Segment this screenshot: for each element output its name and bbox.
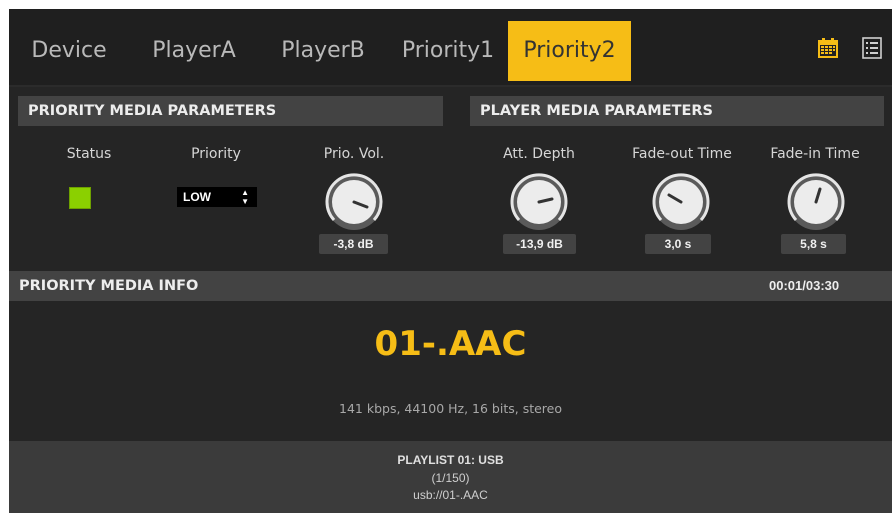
calendar-icon[interactable] [817, 37, 839, 59]
status-label: Status [66, 146, 112, 162]
fade-out-knob[interactable] [651, 172, 711, 232]
track-details: 141 kbps, 44100 Hz, 16 bits, stereo [339, 401, 562, 416]
att-depth-value: -13,9 dB [503, 234, 576, 254]
status-indicator [69, 187, 91, 209]
prio-vol-value: -3,8 dB [319, 234, 388, 254]
tab-device[interactable]: Device [20, 21, 118, 81]
playlist-path: usb://01-.AAC [413, 488, 488, 502]
fade-out-label: Fade-out Time [632, 146, 732, 162]
tab-priority1[interactable]: Priority1 [393, 21, 503, 81]
prio-vol-knob[interactable] [324, 172, 384, 232]
fade-in-value: 5,8 s [781, 234, 846, 254]
player-media-parameters-title: PLAYER MEDIA PARAMETERS [470, 96, 884, 126]
playlist-position: (1/150) [431, 471, 470, 485]
fade-out-value: 3,0 s [645, 234, 711, 254]
priority-label: Priority [191, 146, 241, 162]
app-window: Device PlayerA PlayerB Priority1 Priorit… [9, 9, 892, 513]
att-depth-label: Att. Depth [503, 146, 575, 162]
att-depth-knob[interactable] [509, 172, 569, 232]
priority-select[interactable]: LOW ▲ ▼ [177, 187, 257, 207]
tab-bar: Device PlayerA PlayerB Priority1 Priorit… [9, 9, 892, 87]
playlist-footer: PLAYLIST 01: USB (1/150) usb://01-.AAC [9, 441, 892, 513]
list-icon[interactable] [861, 37, 883, 59]
priority-select-value: LOW [183, 190, 211, 204]
prio-vol-label: Prio. Vol. [323, 146, 385, 162]
priority-media-info-title: PRIORITY MEDIA INFO [9, 271, 892, 301]
track-title: 01-.AAC [374, 324, 527, 364]
playlist-title: PLAYLIST 01: USB [397, 453, 504, 467]
playback-time: 00:01/03:30 [769, 278, 840, 293]
tab-player-b[interactable]: PlayerB [272, 21, 374, 81]
fade-in-label: Fade-in Time [770, 146, 860, 162]
fade-in-knob[interactable] [786, 172, 846, 232]
tab-player-a[interactable]: PlayerA [142, 21, 246, 81]
tab-priority2[interactable]: Priority2 [508, 21, 631, 81]
priority-media-parameters-title: PRIORITY MEDIA PARAMETERS [18, 96, 443, 126]
updown-icon: ▲ ▼ [241, 188, 249, 206]
